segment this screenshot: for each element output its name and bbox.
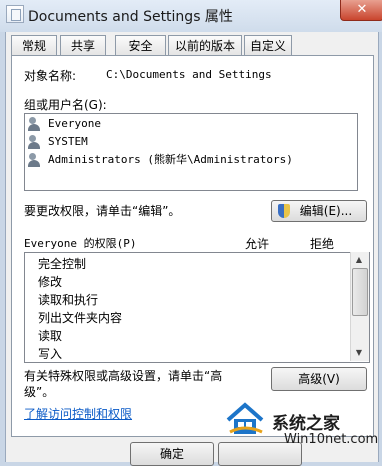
watermark-brand: 系统之家 <box>272 414 340 434</box>
watermark-site: Win10net.com <box>284 432 379 447</box>
house-logo-icon <box>226 402 264 434</box>
tab-sharing[interactable]: 共享 <box>60 35 106 56</box>
users-group-icon <box>28 135 44 149</box>
access-control-help-link[interactable]: 了解访问控制和权限 <box>24 405 132 422</box>
user-name: Administrators (熊新华\Administrators) <box>48 153 293 166</box>
tab-general[interactable]: 常规 <box>11 35 57 56</box>
scroll-up-arrow-icon[interactable]: ▲ <box>351 253 367 267</box>
deny-column-header: 拒绝 <box>310 237 335 251</box>
folder-properties-icon <box>6 5 24 23</box>
scroll-thumb[interactable] <box>352 268 368 316</box>
change-permissions-hint: 要更改权限，请单击“编辑”。 <box>24 204 181 218</box>
ok-button[interactable]: 确定 <box>130 442 214 466</box>
group-list-label: 组或用户名(G): <box>24 98 107 112</box>
permission-row: 完全控制 <box>38 257 87 271</box>
user-name: SYSTEM <box>48 135 88 148</box>
edit-button-label: 编辑(E)... <box>299 204 353 218</box>
permissions-label: Everyone 的权限(P) <box>24 237 137 250</box>
advanced-hint-line-1: 有关特殊权限或高级设置，请单击“高 <box>24 369 223 383</box>
users-group-icon <box>28 153 44 167</box>
advanced-hint-line-2: 级”。 <box>24 385 55 399</box>
window-title: Documents and Settings 属性 <box>28 9 233 25</box>
object-name-value: C:\Documents and Settings <box>106 68 272 81</box>
permission-row: 写入 <box>38 347 63 361</box>
user-name: Everyone <box>48 117 101 130</box>
tab-customize[interactable]: 自定义 <box>244 35 292 56</box>
close-button[interactable]: ✕ <box>340 0 382 21</box>
permission-row: 修改 <box>38 275 63 289</box>
permission-row: 列出文件夹内容 <box>38 311 123 325</box>
allow-column-header: 允许 <box>245 237 270 251</box>
uac-shield-icon <box>278 204 290 218</box>
tab-security[interactable]: 安全 <box>115 35 166 56</box>
users-group-icon <box>28 117 44 131</box>
object-name-label: 对象名称: <box>24 69 77 83</box>
advanced-button[interactable]: 高级(V) <box>271 367 367 391</box>
permission-row: 读取 <box>38 329 63 343</box>
permission-row: 读取和执行 <box>38 293 99 307</box>
edit-button[interactable]: 编辑(E)... <box>271 200 367 222</box>
scroll-down-arrow-icon[interactable]: ▼ <box>351 346 367 360</box>
tab-previous-versions[interactable]: 以前的版本 <box>168 35 242 56</box>
